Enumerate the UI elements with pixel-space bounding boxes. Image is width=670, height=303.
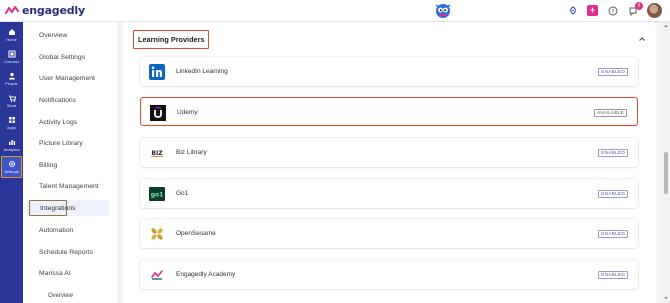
- opensesame-icon: [149, 226, 165, 242]
- learning-providers-card: Learning Providers LinkedIn Learning ENA…: [123, 22, 656, 303]
- apps-icon: [8, 117, 15, 123]
- scrollbar-thumb[interactable]: [664, 152, 668, 194]
- rail-item-label: Analytics: [3, 147, 20, 152]
- subnav-item-talent-management[interactable]: Talent Management: [39, 183, 99, 190]
- subnav-item-picture-library[interactable]: Picture Library: [39, 140, 83, 147]
- engagedly-academy-icon: [149, 267, 165, 283]
- rail-item-people[interactable]: People: [0, 68, 23, 90]
- go1-icon: go1: [149, 186, 165, 202]
- provider-name: Go1: [176, 190, 189, 197]
- top-bar: engagedly + ? 6: [0, 0, 670, 22]
- settings-subnav: Overview Global Settings User Management…: [23, 22, 119, 303]
- subnav-item-overview[interactable]: Overview: [39, 32, 67, 39]
- rail-item-label: Settings: [4, 169, 19, 174]
- subnav-item-marissa-ai[interactable]: Marissa AI: [39, 270, 71, 277]
- scroll-up-icon[interactable]: [663, 23, 669, 29]
- rail-item-apps[interactable]: Apps: [0, 112, 23, 134]
- provider-name: Udemy: [177, 109, 198, 116]
- analytics-icon: [8, 140, 15, 145]
- gear-icon: [8, 160, 15, 168]
- provider-name: OpenSesame: [176, 230, 216, 237]
- subnav-item-schedule-reports[interactable]: Schedule Reports: [39, 249, 93, 256]
- help-icon[interactable]: ?: [607, 5, 618, 16]
- provider-row-linkedin-learning[interactable]: LinkedIn Learning ENABLED: [140, 57, 638, 86]
- status-badge: ENABLED: [598, 230, 628, 238]
- rail-item-connect[interactable]: Connect: [0, 46, 23, 68]
- notifications-icon[interactable]: 6: [627, 2, 643, 16]
- section-title: Learning Providers: [138, 35, 205, 44]
- provider-row-engagedly-academy[interactable]: Engagedly Academy ENABLED: [140, 260, 638, 289]
- rail-item-label: Store: [6, 103, 17, 108]
- status-badge: ENABLED: [598, 68, 628, 76]
- go1-logo-text: go1: [151, 192, 164, 199]
- provider-name: Engagedly Academy: [176, 271, 236, 278]
- store-icon: [8, 95, 16, 102]
- rail-item-store[interactable]: Store: [0, 90, 23, 112]
- udemy-icon: [150, 105, 166, 121]
- status-badge: AVAILABLE: [594, 109, 627, 117]
- subnav-item-integrations-label: Integrations: [40, 205, 76, 212]
- brand-name: engagedly: [22, 4, 85, 17]
- subnav-item-user-management[interactable]: User Management: [39, 75, 95, 82]
- subnav-item-activity-logs[interactable]: Activity Logs: [39, 119, 77, 126]
- biz-library-icon: BIZ: [149, 145, 165, 161]
- subnav-subitem-overview[interactable]: Overview: [48, 293, 73, 299]
- home-icon: [8, 29, 15, 35]
- rail-item-settings[interactable]: Settings: [1, 156, 22, 178]
- rail-item-label: Home: [6, 37, 17, 42]
- rail-item-home[interactable]: Home: [0, 24, 23, 46]
- status-badge: ENABLED: [598, 271, 628, 279]
- svg-text:?: ?: [611, 9, 614, 15]
- linkedin-icon: [149, 64, 165, 80]
- connect-icon: [8, 50, 15, 58]
- subnav-item-billing[interactable]: Billing: [39, 162, 57, 169]
- avatar[interactable]: [647, 3, 662, 18]
- scroll-down-icon[interactable]: [663, 295, 669, 301]
- rail-item-analytics[interactable]: Analytics: [0, 134, 23, 156]
- engagedly-logo-icon: [5, 5, 19, 14]
- provider-row-biz-library[interactable]: BIZ Biz Library ENABLED: [140, 138, 638, 167]
- brand-logo[interactable]: engagedly: [5, 4, 85, 17]
- provider-row-udemy[interactable]: Udemy AVAILABLE: [140, 97, 638, 126]
- rail-item-label: Connect: [4, 59, 19, 64]
- subnav-item-notifications[interactable]: Notifications: [39, 97, 76, 104]
- icon-rail: Home Connect People Store Apps Analytics…: [0, 22, 23, 303]
- notification-badge: 6: [635, 2, 643, 10]
- rail-item-label: People: [5, 81, 18, 86]
- provider-name: LinkedIn Learning: [176, 68, 228, 75]
- rocket-icon[interactable]: [567, 5, 578, 16]
- chevron-up-icon[interactable]: [638, 35, 646, 43]
- subnav-item-global-settings[interactable]: Global Settings: [39, 54, 85, 61]
- provider-row-opensesame[interactable]: OpenSesame ENABLED: [140, 219, 638, 248]
- header-actions: + ? 6: [567, 2, 662, 18]
- mascot-icon[interactable]: [433, 1, 453, 21]
- people-icon: [8, 72, 15, 80]
- add-icon[interactable]: +: [587, 5, 598, 16]
- provider-row-go1[interactable]: go1 Go1 ENABLED: [140, 179, 638, 208]
- main-content: Learning Providers LinkedIn Learning ENA…: [119, 22, 660, 303]
- status-badge: ENABLED: [598, 190, 628, 198]
- biz-logo-text: BIZ: [151, 150, 163, 157]
- rail-item-label: Apps: [6, 125, 17, 130]
- provider-name: Biz Library: [176, 149, 207, 156]
- subnav-item-automation[interactable]: Automation: [39, 227, 73, 234]
- status-badge: ENABLED: [598, 149, 628, 157]
